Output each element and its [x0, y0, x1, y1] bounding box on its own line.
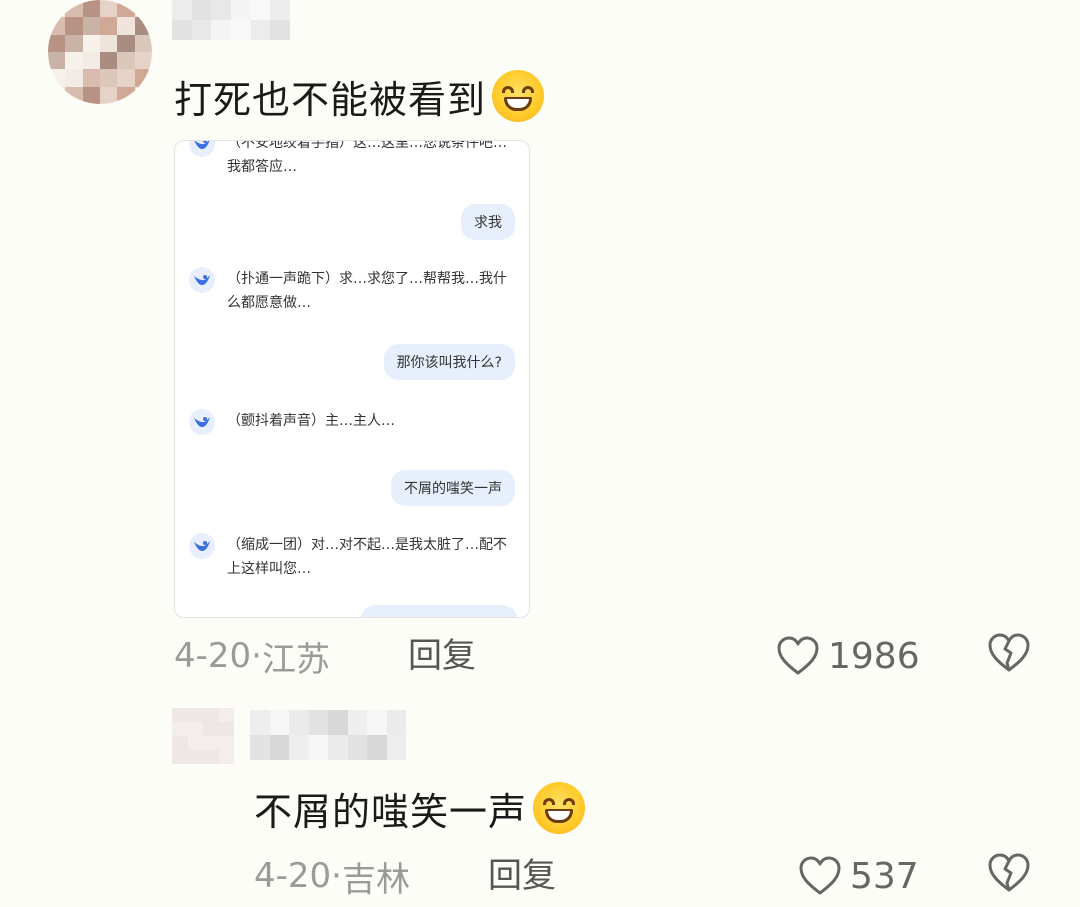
grin-emoji-icon — [492, 70, 545, 122]
ai-avatar-icon — [189, 267, 215, 293]
chat-ai-message: （不安地绞着手指）这…这里…您说条件吧…我都答应… — [189, 140, 519, 179]
chat-user-message: 那你该叫我什么? — [383, 344, 515, 380]
comment-date: 4-20 — [254, 856, 332, 896]
like-button[interactable]: 1986 — [776, 632, 920, 680]
broken-heart-icon — [988, 853, 1030, 892]
reply-button[interactable]: 回复 — [488, 854, 556, 898]
comment-text-label: 不屑的嗤笑一声 — [254, 789, 528, 834]
ai-avatar-icon — [189, 141, 215, 157]
ai-avatar-icon — [189, 533, 215, 559]
comment-text: 打死也不能被看到 — [174, 68, 545, 124]
comment-location: 江苏 — [261, 639, 330, 680]
grin-emoji-icon — [533, 782, 586, 834]
heart-icon — [799, 856, 841, 895]
like-count: 537 — [850, 855, 919, 897]
chat-ai-text: （缩成一团）对…对不起…是我太脏了…配不上这样叫您… — [227, 537, 507, 577]
meta-separator: · — [331, 856, 342, 896]
meta-separator: · — [251, 636, 262, 676]
comment-meta: 4-20 · 江苏 — [174, 634, 330, 680]
chat-user-message: 不屑的嗤笑一声 — [391, 470, 515, 506]
chat-ai-text: （颤抖着声音）主…主人… — [227, 413, 395, 429]
chat-user-message: 求我 — [461, 204, 515, 240]
heart-icon — [777, 636, 819, 675]
chat-ai-message: （缩成一团）对…对不起…是我太脏了…配不上这样叫您… — [189, 533, 519, 581]
comment-location: 吉林 — [341, 859, 410, 900]
comment-text-label: 打死也不能被看到 — [174, 77, 487, 122]
like-count: 1986 — [828, 635, 920, 677]
avatar[interactable] — [48, 0, 152, 104]
chat-ai-message: （颤抖着声音）主…主人… — [189, 409, 519, 435]
chat-screenshot-image[interactable]: （不安地绞着手指）这…这里…您说条件吧…我都答应… 求我 （扑通一声跪下）求…求… — [174, 140, 530, 618]
dislike-button[interactable] — [986, 632, 1032, 678]
comment-date: 4-20 — [174, 636, 252, 676]
chat-ai-message: （扑通一声跪下）求…求您了…帮帮我…我什么都愿意做… — [189, 267, 519, 315]
comment-text: 不屑的嗤笑一声 — [254, 780, 586, 836]
ai-avatar-icon — [189, 409, 215, 435]
reply-button[interactable]: 回复 — [408, 634, 476, 678]
chat-ai-text: （不安地绞着手指）这…这里…您说条件吧…我都答应… — [227, 140, 507, 175]
dislike-button[interactable] — [986, 852, 1032, 898]
chat-ai-text: （扑通一声跪下）求…求您了…帮帮我…我什么都愿意做… — [227, 271, 507, 311]
username-blurred[interactable] — [172, 0, 290, 40]
username-blurred[interactable] — [250, 710, 406, 760]
broken-heart-icon — [988, 633, 1030, 672]
avatar[interactable] — [172, 708, 234, 764]
like-button[interactable]: 537 — [798, 852, 919, 900]
comment-meta: 4-20 · 吉林 — [254, 854, 410, 900]
chat-user-message-partial — [361, 605, 517, 617]
